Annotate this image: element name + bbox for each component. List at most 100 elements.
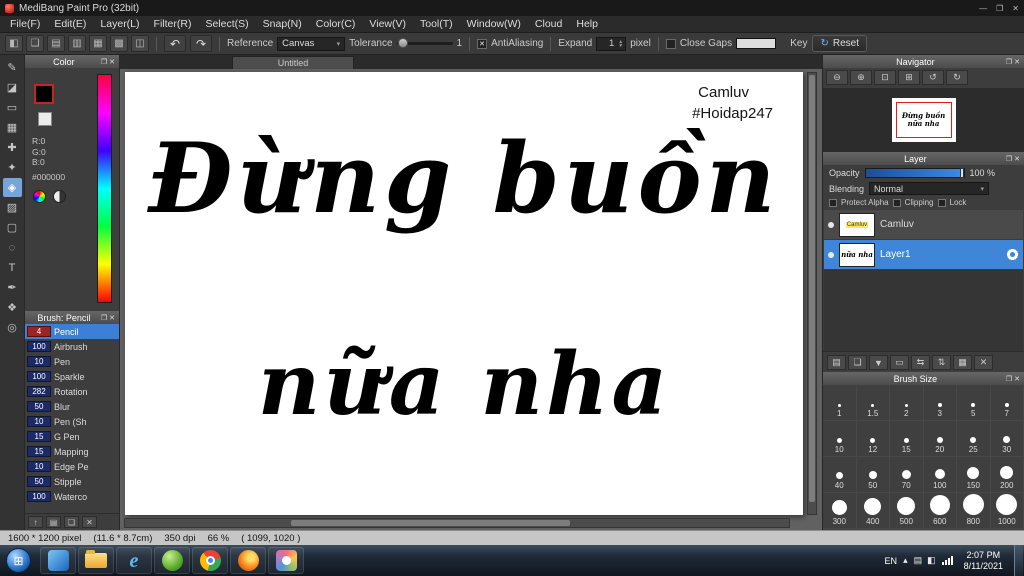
brush-item-sparkle[interactable]: 100 Sparkle [25,369,119,384]
brush-item-blur[interactable]: 50 Blur [25,399,119,414]
lasso-tool[interactable]: ◌ [3,238,22,257]
menu-cloud[interactable]: Cloud [528,16,569,32]
layer-row-camluv[interactable]: Camluv Camluv [824,210,1023,240]
reference-select[interactable]: Canvas ▾ [277,36,346,51]
brush-item-airbrush[interactable]: 100 Airbrush [25,339,119,354]
brush-item-pen[interactable]: 10 Pen [25,354,119,369]
tray-expand-icon[interactable]: ▴ [903,555,908,566]
snap-grid-icon[interactable]: ▦ [89,35,107,52]
foreground-color-swatch[interactable] [34,84,54,104]
zoom-in-icon[interactable]: ⊕ [850,70,872,85]
close-button[interactable]: ✕ [1012,4,1019,13]
magic-wand-tool[interactable]: ✦ [3,158,22,177]
brush-up-icon[interactable]: ↑ [28,516,43,528]
menu-layerl[interactable]: Layer(L) [93,16,146,32]
transform-tool[interactable]: ▦ [3,118,22,137]
stepper-arrows-icon[interactable]: ▲ ▼ [616,39,625,48]
brush-size-2[interactable]: 2 [890,385,924,421]
canvas[interactable]: Camluv #Hoidap247 Đừng buồn nữa nha [125,72,803,515]
new-layer-icon[interactable]: ▤ [827,355,846,370]
menu-colorc[interactable]: Color(C) [309,16,363,32]
vertical-scrollbar[interactable] [807,72,817,515]
gradient-tool[interactable]: ▨ [3,198,22,217]
move-tool[interactable]: ✚ [3,138,22,157]
document-tab[interactable]: Untitled [232,56,354,69]
merge-down-icon[interactable]: ▼ [869,355,888,370]
blending-select[interactable]: Normal ▾ [869,182,990,195]
eyedropper-tool[interactable]: ✒ [3,278,22,297]
clock[interactable]: 2:07 PM 8/11/2021 [959,550,1008,572]
brush-duplicate-icon[interactable]: ❏ [64,516,79,528]
transfer-layer-icon[interactable]: ⇆ [911,355,930,370]
layer-visibility-icon[interactable] [828,251,834,258]
comment-icon[interactable]: ▥ [68,35,86,52]
vertical-scrollbar-thumb[interactable] [809,75,815,502]
undo-button[interactable]: ↶ [164,35,186,52]
tolerance-slider-handle[interactable] [397,38,408,48]
brush-size-800[interactable]: 800 [957,493,991,529]
brush-item-edge-pe[interactable]: 10 Edge Pe [25,459,119,474]
publish-icon[interactable]: ▤ [47,35,65,52]
menu-filterr[interactable]: Filter(R) [147,16,199,32]
brush-item-waterco[interactable]: 100 Waterco [25,489,119,504]
panel-layout-icon[interactable]: ◫ [131,35,149,52]
popout-icon[interactable]: ❐ [100,314,108,322]
close-gaps-checkbox[interactable] [665,38,676,49]
menu-toolt[interactable]: Tool(T) [413,16,460,32]
color-wheel-icon[interactable] [33,190,46,203]
green-app-icon[interactable] [154,547,190,574]
firefox-icon[interactable] [230,547,266,574]
popout-icon[interactable]: ❐ [1005,155,1013,163]
brush-size-600[interactable]: 600 [923,493,957,529]
rotate-right-icon[interactable]: ↻ [946,70,968,85]
brush-item-pencil[interactable]: 4 Pencil [25,324,119,339]
horizontal-scrollbar-thumb[interactable] [291,520,570,526]
brush-size-10[interactable]: 10 [823,421,857,457]
brush-size-7[interactable]: 7 [990,385,1024,421]
brush-size-70[interactable]: 70 [890,457,924,493]
zoom-out-icon[interactable]: ⊖ [826,70,848,85]
color-sliders-icon[interactable] [53,190,66,203]
delete-layer-icon[interactable]: ✕ [974,355,993,370]
brush-item-mapping[interactable]: 15 Mapping [25,444,119,459]
pen-tool[interactable]: ✎ [3,58,22,77]
network-icon[interactable] [941,556,953,565]
brush-size-1000[interactable]: 1000 [990,493,1024,529]
select-rect-tool[interactable]: ▭ [3,98,22,117]
brush-size-30[interactable]: 30 [990,421,1024,457]
show-desktop-button[interactable] [1014,545,1023,576]
brush-size-200[interactable]: 200 [990,457,1024,493]
brush-item-g-pen[interactable]: 15 G Pen [25,429,119,444]
fit-window-icon[interactable]: ⊡ [874,70,896,85]
reset-button[interactable]: ↻ Reset [812,35,867,52]
protect-alpha-checkbox[interactable] [829,198,837,207]
brush-size-40[interactable]: 40 [823,457,857,493]
menu-snapn[interactable]: Snap(N) [256,16,309,32]
chrome-icon[interactable] [192,547,228,574]
opacity-slider-handle[interactable] [959,168,964,178]
actual-size-icon[interactable]: ⊞ [898,70,920,85]
material-panel-icon[interactable]: ▩ [110,35,128,52]
marquee-tool[interactable]: ▢ [3,218,22,237]
menu-windoww[interactable]: Window(W) [460,16,528,32]
brush-size-3[interactable]: 3 [923,385,957,421]
close-icon[interactable]: ✕ [108,314,116,322]
bucket-fill-tool[interactable]: ◈ [2,178,22,197]
layer-settings-gear-icon[interactable] [1006,248,1019,261]
opacity-slider[interactable] [864,168,965,178]
brush-delete-icon[interactable]: ✕ [82,516,97,528]
brush-size-1-5[interactable]: 1.5 [856,385,890,421]
menu-help[interactable]: Help [569,16,605,32]
explorer-icon[interactable] [78,547,114,574]
brush-size-20[interactable]: 20 [923,421,957,457]
close-icon[interactable]: ✕ [1013,58,1021,66]
brush-size-1[interactable]: 1 [823,385,857,421]
medibang-icon[interactable] [268,547,304,574]
rotate-left-icon[interactable]: ↺ [922,70,944,85]
maximize-button[interactable]: ❐ [996,4,1003,13]
clipping-checkbox[interactable] [892,198,901,207]
brush-size-150[interactable]: 150 [957,457,991,493]
hue-bar[interactable] [97,74,112,303]
brush-item-pen-sh[interactable]: 10 Pen (Sh [25,414,119,429]
action-center-icon[interactable]: ▤ [914,555,923,566]
